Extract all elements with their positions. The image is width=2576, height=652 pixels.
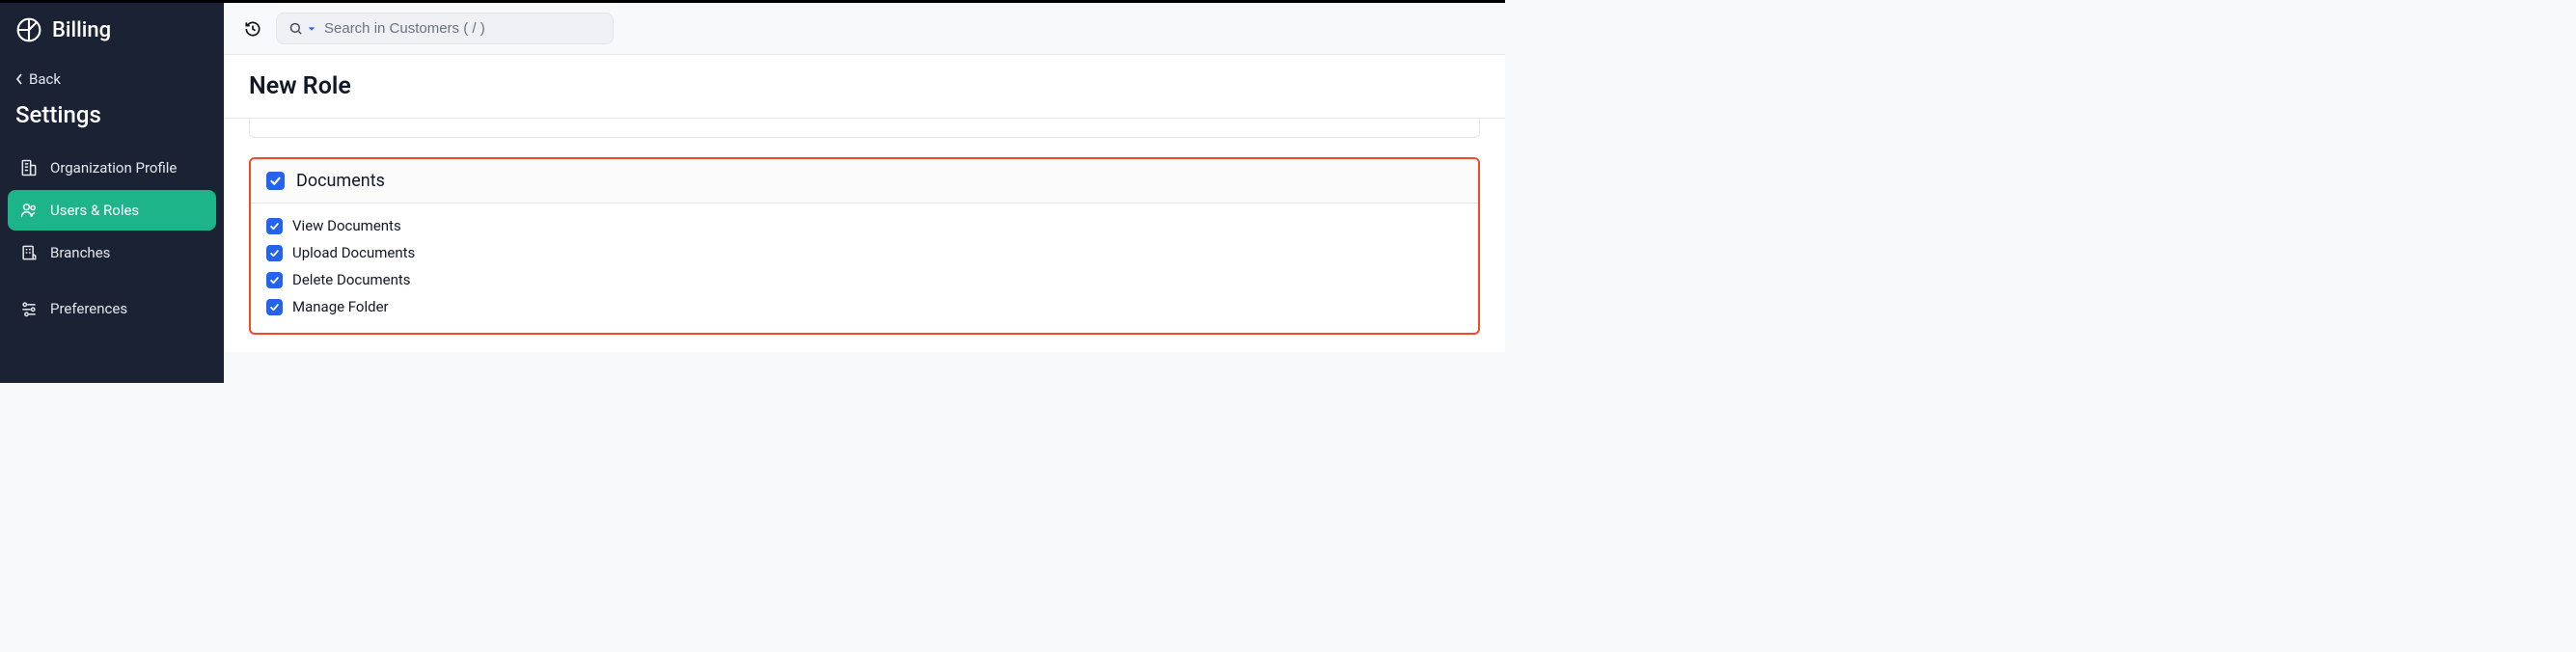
checkbox-upload-documents[interactable] <box>266 245 283 261</box>
permission-label: Delete Documents <box>292 271 411 288</box>
sidebar-brand[interactable]: Billing <box>0 3 224 51</box>
search-icon-dropdown[interactable] <box>288 21 316 36</box>
checkbox-view-documents[interactable] <box>266 218 283 234</box>
sidebar-item-label: Users & Roles <box>50 202 139 219</box>
top-bar <box>224 3 1505 55</box>
nav-list: Organization Profile Users & Roles <box>0 148 224 331</box>
permission-label: View Documents <box>292 217 401 234</box>
top-black-bar <box>0 0 1505 3</box>
history-icon[interactable] <box>243 19 262 39</box>
check-icon <box>269 275 280 285</box>
building-icon <box>19 158 39 177</box>
logo-icon <box>15 16 42 43</box>
sidebar-item-organization-profile[interactable]: Organization Profile <box>8 148 216 188</box>
sidebar: Billing Back Settings Organization Profi… <box>0 0 224 383</box>
permission-row-delete: Delete Documents <box>266 271 1463 288</box>
permission-group-documents: Documents View Documents <box>249 157 1480 335</box>
sidebar-item-branches[interactable]: Branches <box>8 232 216 273</box>
permission-label: Manage Folder <box>292 298 389 315</box>
permission-row-upload: Upload Documents <box>266 244 1463 261</box>
back-link[interactable]: Back <box>0 51 224 94</box>
page-title: New Role <box>249 72 1480 100</box>
sidebar-item-preferences[interactable]: Preferences <box>8 288 216 329</box>
back-label: Back <box>29 70 61 88</box>
nav-spacer <box>8 275 216 288</box>
permission-group-header: Documents <box>251 159 1478 204</box>
main-area: New Role Documents <box>224 0 1505 383</box>
sidebar-title: Settings <box>0 94 224 148</box>
search-box[interactable] <box>276 13 614 44</box>
permission-group-title: Documents <box>296 171 385 191</box>
sidebar-item-label: Organization Profile <box>50 159 177 177</box>
previous-card-edge <box>249 119 1480 138</box>
checkbox-manage-folder[interactable] <box>266 299 283 315</box>
search-input[interactable] <box>324 20 601 37</box>
check-icon <box>269 302 280 312</box>
sidebar-item-label: Preferences <box>50 300 127 317</box>
content-area: Documents View Documents <box>224 119 1505 352</box>
checkbox-documents-all[interactable] <box>266 172 285 190</box>
search-icon <box>288 21 303 36</box>
check-icon <box>269 221 280 231</box>
checkbox-delete-documents[interactable] <box>266 272 283 288</box>
permission-label: Upload Documents <box>292 244 415 261</box>
preferences-icon <box>19 299 39 318</box>
permission-row-manage: Manage Folder <box>266 298 1463 315</box>
users-icon <box>19 201 39 220</box>
sidebar-item-users-roles[interactable]: Users & Roles <box>8 190 216 231</box>
page-header: New Role <box>224 55 1505 119</box>
sidebar-item-label: Branches <box>50 244 110 261</box>
branches-icon <box>19 243 39 262</box>
brand-name: Billing <box>52 18 111 42</box>
chevron-down-icon <box>307 24 316 34</box>
check-icon <box>269 248 280 258</box>
permission-list: View Documents Upload Documents <box>251 204 1478 333</box>
check-icon <box>269 175 282 187</box>
chevron-left-icon <box>15 72 23 86</box>
permission-row-view: View Documents <box>266 217 1463 234</box>
